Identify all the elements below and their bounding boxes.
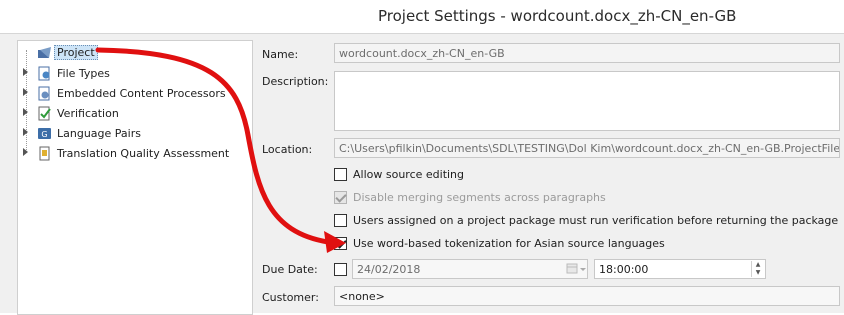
allow-source-editing-checkbox[interactable] — [334, 168, 347, 181]
due-date-field[interactable]: 24/02/2018 — [352, 259, 588, 279]
customer-select[interactable]: <none> — [334, 286, 840, 306]
word-tokenization-checkbox[interactable] — [334, 237, 347, 250]
check-mark-icon — [335, 191, 347, 203]
disable-merging-label: Disable merging segments across paragrap… — [353, 191, 606, 204]
description-field[interactable] — [334, 71, 840, 131]
due-time-field[interactable]: 18:00:00 ▲ ▼ — [594, 259, 766, 279]
description-label: Description: — [262, 75, 329, 88]
title-bar: Project Settings - wordcount.docx_zh-CN_… — [0, 0, 844, 34]
expand-icon[interactable] — [23, 68, 28, 76]
embedded-content-icon — [38, 86, 50, 101]
location-field[interactable]: C:\Users\pfilkin\Documents\SDL\TESTING\D… — [334, 138, 840, 158]
settings-content: Project File Types Embedded Content Proc… — [0, 34, 844, 315]
expand-icon[interactable] — [23, 88, 28, 96]
project-icon — [38, 47, 51, 58]
tree-item-label: Language Pairs — [57, 127, 141, 140]
verification-icon — [38, 106, 51, 121]
tree-item-embedded-content[interactable]: Embedded Content Processors — [18, 85, 250, 103]
time-spinner[interactable]: ▲ ▼ — [751, 261, 764, 277]
tree-item-label: Translation Quality Assessment — [57, 147, 230, 160]
disable-merging-checkbox[interactable] — [334, 191, 347, 204]
due-date-checkbox[interactable] — [334, 263, 347, 276]
tree-item-tqa[interactable]: Translation Quality Assessment — [18, 145, 250, 163]
spin-down-icon[interactable]: ▼ — [752, 269, 764, 277]
window-title: Project Settings - wordcount.docx_zh-CN_… — [378, 7, 737, 25]
due-time-value: 18:00:00 — [599, 263, 649, 276]
run-verification-label: Users assigned on a project package must… — [353, 214, 839, 227]
tree-item-label: File Types — [57, 67, 110, 80]
tree-item-language-pairs[interactable]: G Language Pairs — [18, 125, 250, 143]
run-verification-checkbox[interactable] — [334, 214, 347, 227]
spin-up-icon[interactable]: ▲ — [752, 261, 764, 269]
language-pairs-icon: G — [38, 128, 51, 139]
name-field[interactable]: wordcount.docx_zh-CN_en-GB — [334, 43, 840, 63]
calendar-dropdown-icon[interactable] — [565, 260, 587, 278]
expand-icon[interactable] — [23, 108, 28, 116]
due-date-value: 24/02/2018 — [357, 263, 421, 276]
tree-item-label: Embedded Content Processors — [57, 87, 226, 100]
name-label: Name: — [262, 48, 299, 61]
word-tokenization-label: Use word-based tokenization for Asian so… — [353, 237, 665, 250]
expand-icon[interactable] — [23, 128, 28, 136]
due-date-label: Due Date: — [262, 263, 318, 276]
allow-source-editing-label: Allow source editing — [353, 168, 465, 181]
tree-item-label: Verification — [57, 107, 119, 120]
customer-label: Customer: — [262, 291, 319, 304]
tree-item-project[interactable]: Project — [18, 45, 250, 63]
location-label: Location: — [262, 143, 313, 156]
tree-item-label: Project — [54, 45, 98, 60]
tree-item-file-types[interactable]: File Types — [18, 65, 250, 83]
expand-icon[interactable] — [23, 148, 28, 156]
check-mark-icon — [335, 237, 347, 249]
tree-item-verification[interactable]: Verification — [18, 105, 250, 123]
settings-tree: Project File Types Embedded Content Proc… — [17, 40, 253, 315]
svg-text:G: G — [41, 130, 47, 139]
tqa-icon — [39, 146, 50, 161]
file-types-icon — [38, 66, 50, 81]
